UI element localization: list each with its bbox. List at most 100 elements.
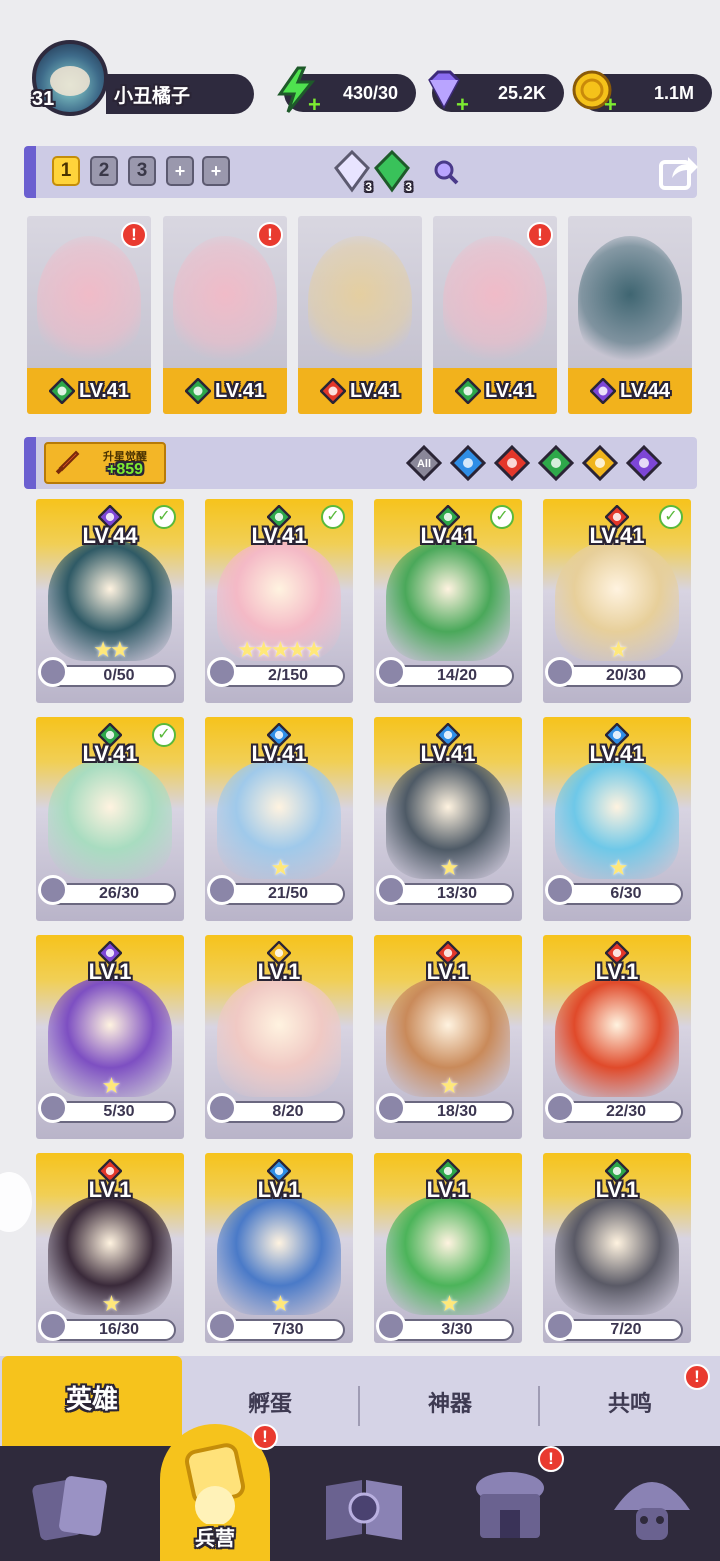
add-energy-icon[interactable]: + [308,94,326,116]
gem-value: 25.2K [497,82,546,103]
nav-guild[interactable] [604,1458,700,1554]
filter-dark-icon[interactable] [626,445,662,481]
side-helper-bubble[interactable] [0,1172,32,1232]
bottom-navigation: 兵营 ! ! [0,1424,720,1561]
white-crystal-icon[interactable]: 3 [332,149,372,194]
gem-counter[interactable]: + 25.2K [428,70,564,116]
player-avatar[interactable]: 31 [28,40,114,118]
hero-card[interactable]: LV.41 ★ 21/50 [205,717,353,921]
cards-icon [32,1476,107,1541]
shard-icon [376,875,406,905]
hero-level: LV.1 [257,1177,301,1202]
hero-portrait [443,236,547,366]
hero-filter-bar: 升星觉醒 +859 All [24,437,697,489]
hero-card[interactable]: ✓ LV.41 ★ 20/30 [543,499,691,703]
filter-fire-icon[interactable] [494,445,530,481]
team-tab-3[interactable]: 3 [128,156,156,186]
green-crystal-count: 3 [405,180,412,194]
hero-card[interactable]: LV.41 ★ 13/30 [374,717,522,921]
add-gems-icon[interactable]: + [456,94,474,116]
hero-portrait [555,977,679,1097]
hero-level: LV.41 [78,379,130,402]
hero-card[interactable]: LV.1 ★ 16/30 [36,1153,184,1343]
hero-card[interactable]: LV.1 22/30 [543,935,691,1139]
shard-icon [207,657,237,687]
shard-icon [545,1093,575,1123]
filter-all-icon[interactable]: All [406,445,442,481]
hero-card[interactable]: LV.1 ★ 7/30 [205,1153,353,1343]
hero-level-bar: LV.44 [568,368,692,414]
team-hero-slot[interactable]: LV.41! [433,216,557,414]
hero-level: LV.41 [589,741,645,766]
filter-nature-icon[interactable] [538,445,574,481]
hero-alert-badge: ! [257,222,283,248]
filter-water-icon[interactable] [450,445,486,481]
tab-heroes[interactable]: 英雄 [2,1356,182,1446]
map-book-icon [326,1480,402,1540]
team-tab-add-1[interactable]: + [166,156,194,186]
nav-barracks[interactable]: 兵营 ! [160,1424,278,1561]
hero-level: LV.1 [595,959,639,984]
hero-level: LV.1 [595,1177,639,1202]
barracks-alert-badge: ! [252,1424,278,1450]
filter-light-icon[interactable] [582,445,618,481]
shard-icon [207,1311,237,1341]
coin-value: 1.1M [653,82,694,103]
hero-level: LV.41 [214,379,266,402]
shard-icon [545,875,575,905]
coin-counter[interactable]: + 1.1M [572,70,712,116]
nature-element-icon [184,378,211,404]
tab-artifacts[interactable]: 神器 [360,1374,540,1434]
hero-alert-badge: ! [121,222,147,248]
team-hero-slot[interactable]: ★★LV.44 [568,216,692,414]
share-icon[interactable] [658,152,700,192]
nav-shop[interactable]: ! [462,1446,564,1554]
hero-card[interactable]: LV.1 ★ 18/30 [374,935,522,1139]
hero-portrait [173,236,277,366]
star-up-button[interactable]: 升星觉醒 +859 [44,442,166,484]
shard-icon [376,1093,406,1123]
nature-element-icon [48,378,75,404]
shop-alert-badge: ! [538,1446,564,1472]
hero-card[interactable]: LV.1 8/20 [205,935,353,1139]
player-name[interactable]: 小丑橘子 [106,74,254,114]
hero-card[interactable]: LV.1 7/20 [543,1153,691,1343]
mushroom-icon [614,1482,690,1540]
nav-cards[interactable] [22,1458,118,1554]
energy-counter[interactable]: + 430/30 [277,66,416,116]
player-level: 31 [32,88,55,110]
hero-level-bar: LV.41 [298,368,422,414]
team-hero-slot[interactable]: ★★★★★LV.41! [163,216,287,414]
add-coins-icon[interactable]: + [604,94,622,116]
white-crystal-count: 3 [365,180,372,194]
hero-card[interactable]: ✓ LV.41 ★★★★★ 2/150 [205,499,353,703]
team-tab-2[interactable]: 2 [90,156,118,186]
shard-icon [38,1311,68,1341]
hero-level-bar: LV.41 [433,368,557,414]
status-bar: 31 小丑橘子 + 430/30 + 25.2K + 1.1M [0,0,720,135]
hero-portrait [555,1195,679,1315]
search-icon[interactable] [432,158,460,186]
shop-icon [476,1472,544,1538]
nav-map[interactable] [316,1458,412,1554]
hero-card[interactable]: ✓ LV.44 ★★ 0/50 [36,499,184,703]
green-crystal-icon[interactable]: 3 [372,149,412,194]
hero-card[interactable]: LV.41 ★ 6/30 [543,717,691,921]
hero-portrait [578,236,682,366]
hero-card[interactable]: LV.1 ★ 5/30 [36,935,184,1139]
hero-card[interactable]: ✓ LV.41 26/30 [36,717,184,921]
hero-level: LV.41 [82,741,138,766]
shard-icon [376,1311,406,1341]
star-up-count: +859 [106,461,144,478]
hero-level: LV.41 [484,379,536,402]
hero-card[interactable]: LV.1 ★ 3/30 [374,1153,522,1343]
hero-level: LV.44 [82,523,138,548]
hero-card[interactable]: ✓ LV.41 14/20 [374,499,522,703]
team-tab-1[interactable]: 1 [52,156,80,186]
team-hero-slot[interactable]: ★LV.41! [27,216,151,414]
team-tab-add-2[interactable]: + [202,156,230,186]
resonance-alert-badge: ! [684,1364,710,1390]
hero-level: LV.1 [88,1177,132,1202]
team-hero-slot[interactable]: ★LV.41 [298,216,422,414]
hero-portrait [48,759,172,879]
